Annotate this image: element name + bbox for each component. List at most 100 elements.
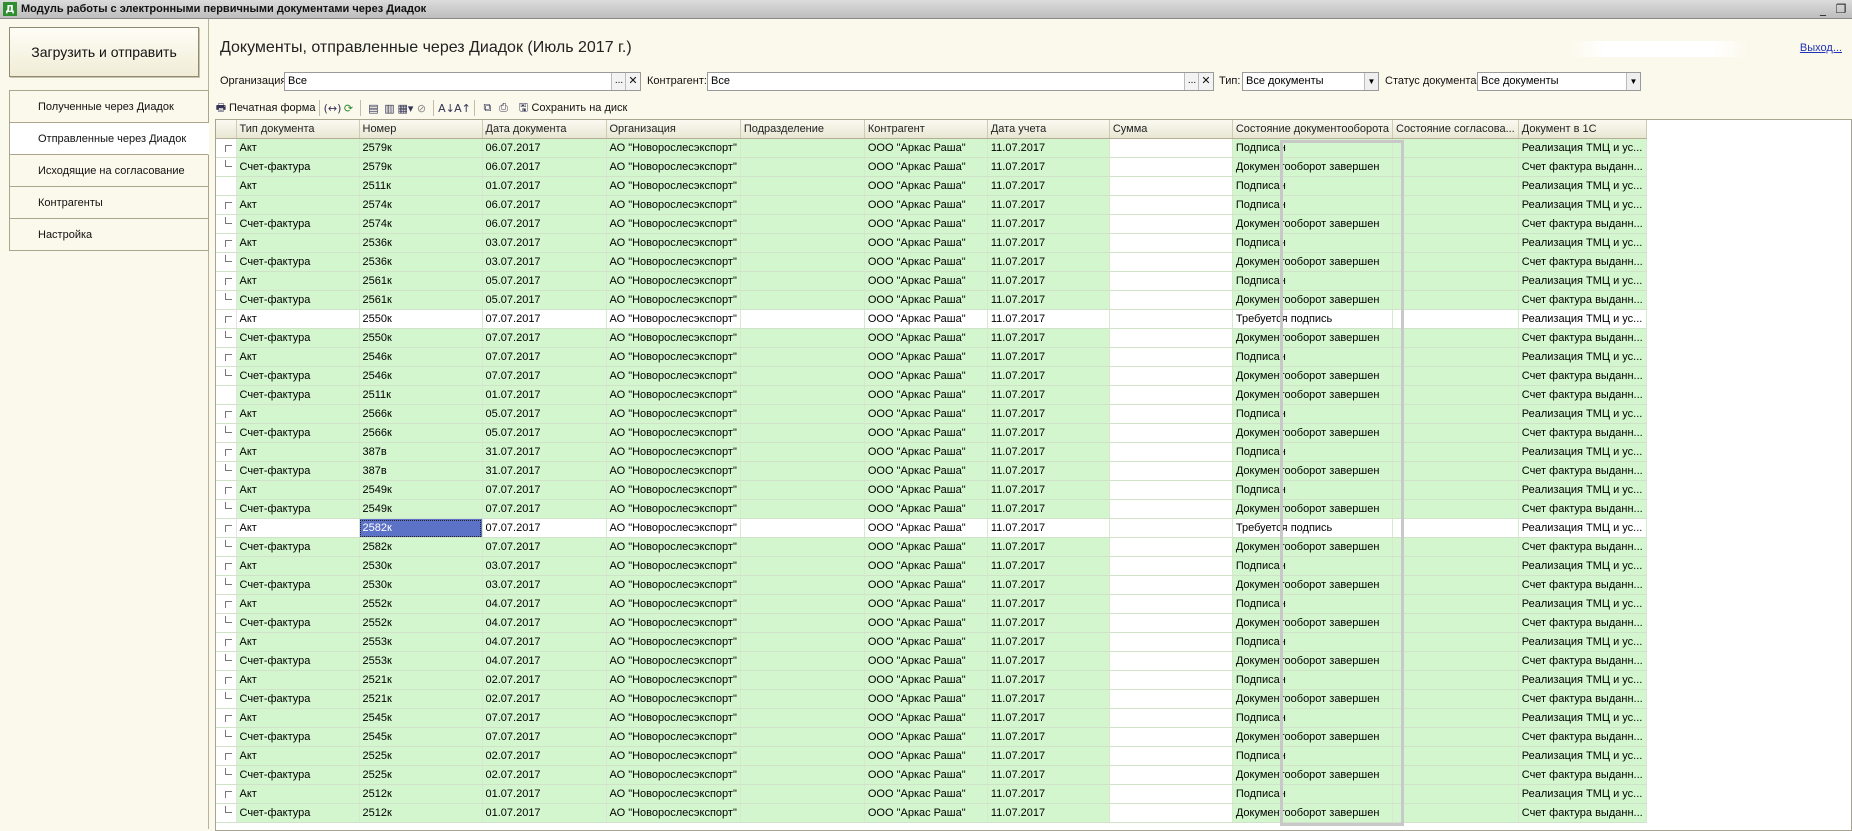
doc-number-cell: 2579к [359,138,483,158]
window-title: Модуль работы с электронными первичными … [21,3,427,15]
table-row[interactable]: Акт 387в 31.07.2017 АО "Новорослесэкспорт" О… [216,442,1647,462]
minimize-icon[interactable]: _ [1814,0,1832,18]
table-row[interactable]: Счет-фактура 2574к 06.07.2017 АО "Новоросле… [216,214,1647,234]
table-row[interactable]: Акт 2566к 05.07.2017 АО "Новорослесэкспорт"… [216,404,1647,424]
table-row[interactable]: Счет-фактура 2550к 07.07.2017 АО "Новоросле… [216,328,1647,348]
doc-number-cell: 2552к [359,594,483,614]
contractor-field[interactable]: Все ... ✕ [707,72,1214,91]
sort-descending-icon[interactable]: A↑ [454,100,471,116]
table-row[interactable]: Счет-фактура 2521к 02.07.2017 АО "Новоросле… [216,689,1647,709]
department-cell [740,252,865,272]
table-row[interactable]: Счет-фактура 2566к 05.07.2017 АО "Новоросле… [216,423,1647,443]
organization-field[interactable]: Все ... ✕ [284,72,641,91]
column-header[interactable]: Контрагент [864,120,988,139]
table-row[interactable]: Акт 2579к 06.07.2017 АО "Новорослесэкспорт"… [216,138,1647,158]
column-header[interactable]: Тип документа [236,120,360,139]
table-row[interactable]: Акт 2536к 03.07.2017 АО "Новорослесэкспорт"… [216,233,1647,253]
organization-cell: АО "Новорослесэкспорт" [606,518,741,538]
nav-item[interactable]: Настройка [9,219,209,251]
table-row[interactable]: Счет-фактура 2579к 06.07.2017 АО "Новоросле… [216,157,1647,177]
table-row[interactable]: Акт 2582к 07.07.2017 АО "Новорослесэкспорт"… [216,518,1647,538]
doc-1c-cell: Реализация ТМЦ и ус... [1518,138,1647,158]
column-header[interactable]: Подразделение [740,120,865,139]
nav-item[interactable]: Исходящие на согласование [9,155,209,187]
column-header[interactable]: Дата учета [987,120,1110,139]
table-row[interactable]: Акт 2512к 01.07.2017 АО "Новорослесэкспорт"… [216,784,1647,804]
table-row[interactable]: Акт 2574к 06.07.2017 АО "Новорослесэкспорт"… [216,195,1647,215]
nav-item[interactable]: Контрагенты [9,187,209,219]
workflow-status-cell: Документооборот завершен [1232,575,1394,595]
type-dropdown-icon[interactable]: ▼ [1364,73,1378,90]
table-row[interactable]: Счет-фактура 2525к 02.07.2017 АО "Новоросле… [216,765,1647,785]
exit-link[interactable]: Выход... [1800,42,1842,54]
copy-icon[interactable]: ⧉ [479,100,495,116]
table-row[interactable]: Счет-фактура 2553к 04.07.2017 АО "Новоросле… [216,651,1647,671]
sum-cell [1109,727,1233,747]
doc-type-cell: Счет-фактура [236,727,360,747]
table-row[interactable]: Счет-фактура 2545к 07.07.2017 АО "Новоросле… [216,727,1647,747]
doc-type-cell: Акт [236,233,360,253]
contractor-clear-icon[interactable]: ✕ [1198,73,1213,90]
table-row[interactable]: Акт 2550к 07.07.2017 АО "Новорослесэкспорт"… [216,309,1647,329]
restore-icon[interactable]: ❐ [1832,0,1850,18]
table-row[interactable]: Акт 2525к 02.07.2017 АО "Новорослесэкспорт"… [216,746,1647,766]
upload-and-send-button[interactable]: Загрузить и отправить [9,27,199,77]
column-header[interactable]: Сумма [1109,120,1233,139]
department-cell [740,157,865,177]
table-row[interactable]: Акт 2521к 02.07.2017 АО "Новорослесэкспорт"… [216,670,1647,690]
accounting-date-cell: 11.07.2017 [987,309,1110,329]
tree-connector [216,385,237,405]
column-header[interactable]: Состояние документооборота [1232,120,1394,139]
organization-clear-icon[interactable]: ✕ [625,73,640,90]
output-list-icon[interactable]: (↔) [324,100,342,116]
contractor-select-icon[interactable]: ... [1184,73,1199,90]
status-select[interactable]: Все документы ▼ [1477,72,1641,91]
filter-by-value-icon[interactable]: ▥ [381,100,397,116]
table-row[interactable]: Акт 2561к 05.07.2017 АО "Новорослесэкспорт"… [216,271,1647,291]
table-row[interactable]: Счет-фактура 2582к 07.07.2017 АО "Новоросле… [216,537,1647,557]
column-header[interactable]: Состояние согласова... [1392,120,1519,139]
doc-1c-cell: Счет фактура выданн... [1518,765,1647,785]
filter-clear-icon[interactable]: ⊘ [413,100,429,116]
documents-table[interactable]: Тип документа Номер Дата документа Организа… [215,119,1852,831]
contractor-cell: ООО "Аркас Раша" [864,442,988,462]
column-header[interactable]: Дата документа [482,120,607,139]
table-row[interactable]: Счет-фактура 2511к 01.07.2017 АО "Новоросле… [216,385,1647,405]
sort-ascending-icon[interactable]: A↓ [438,100,455,116]
column-header[interactable]: Номер [359,120,483,139]
table-row[interactable]: Счет-фактура 2561к 05.07.2017 АО "Новоросле… [216,290,1647,310]
table-row[interactable]: Счет-фактура 2536к 03.07.2017 АО "Новоросле… [216,252,1647,272]
table-row[interactable]: Акт 2511к 01.07.2017 АО "Новорослесэкспорт"… [216,176,1647,196]
nav-item[interactable]: Полученные через Диадок [9,90,209,123]
table-row[interactable]: Акт 2545к 07.07.2017 АО "Новорослесэкспорт"… [216,708,1647,728]
print-form-button[interactable]: 🖶 Печатная форма [213,98,316,118]
table-row[interactable]: Счет-фактура 2512к 01.07.2017 АО "Новоросле… [216,803,1647,823]
table-row[interactable]: Счет-фактура 2549к 07.07.2017 АО "Новоросле… [216,499,1647,519]
table-row[interactable]: Счет-фактура 387в 31.07.2017 АО "Новорослес… [216,461,1647,481]
column-header[interactable]: Организация [606,120,741,139]
table-row[interactable]: Акт 2549к 07.07.2017 АО "Новорослесэкспорт"… [216,480,1647,500]
refresh-icon[interactable]: ⟳ [340,100,356,116]
filter-history-icon[interactable]: ▦▾ [397,100,414,116]
table-row[interactable]: Акт 2552к 04.07.2017 АО "Новорослесэкспорт"… [216,594,1647,614]
table-row[interactable]: Счет-фактура 2546к 07.07.2017 АО "Новоросле… [216,366,1647,386]
table-row[interactable]: Акт 2530к 03.07.2017 АО "Новорослесэкспорт"… [216,556,1647,576]
sum-cell [1109,309,1233,329]
table-row[interactable]: Акт 2553к 04.07.2017 АО "Новорослесэкспорт"… [216,632,1647,652]
organization-select-icon[interactable]: ... [611,73,626,90]
nav-item[interactable]: Отправленные через Диадок [9,123,209,155]
approval-status-cell [1392,138,1519,158]
column-header[interactable]: Документ в 1С [1518,120,1647,139]
save-to-disk-button[interactable]: 🖫 Сохранить на диск [515,98,628,118]
table-row[interactable]: Счет-фактура 2552к 04.07.2017 АО "Новоросле… [216,613,1647,633]
organization-cell: АО "Новорослесэкспорт" [606,385,741,405]
filter-set-icon[interactable]: ▤ [365,100,381,116]
column-header[interactable] [216,120,237,139]
status-dropdown-icon[interactable]: ▼ [1626,73,1640,90]
table-row[interactable]: Счет-фактура 2530к 03.07.2017 АО "Новоросле… [216,575,1647,595]
table-row[interactable]: Акт 2546к 07.07.2017 АО "Новорослесэкспорт"… [216,347,1647,367]
type-select[interactable]: Все документы ▼ [1242,72,1379,91]
print-icon[interactable]: ⎙ [495,100,511,116]
organization-cell: АО "Новорослесэкспорт" [606,328,741,348]
workflow-status-cell: Подписан [1232,442,1394,462]
